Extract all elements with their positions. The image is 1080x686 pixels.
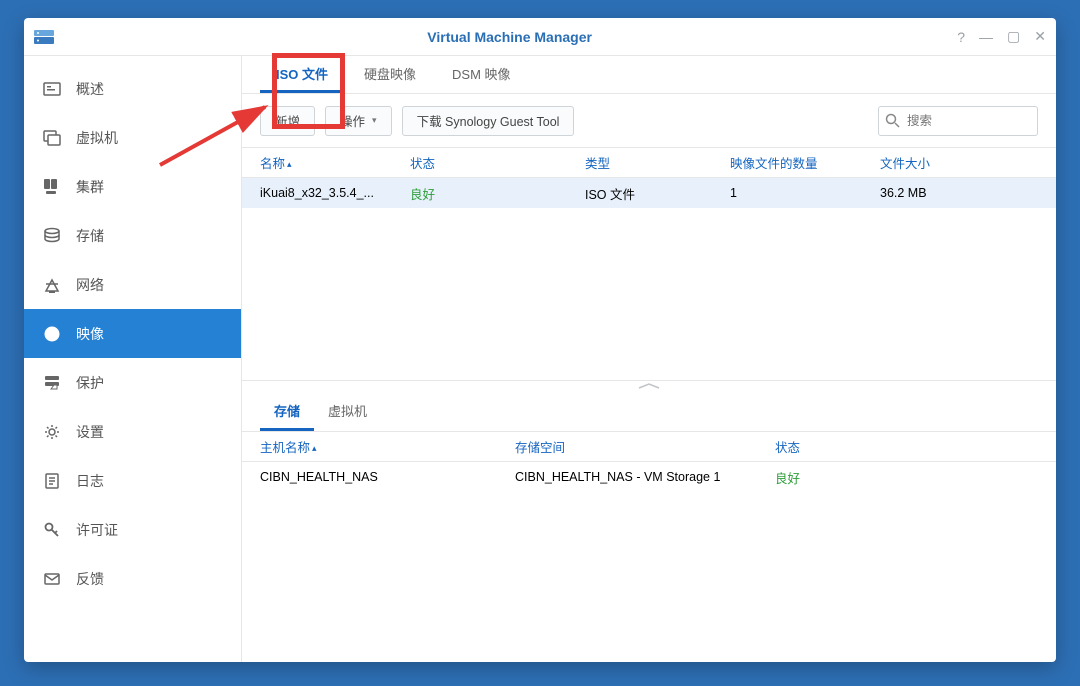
download-tool-button[interactable]: 下载 Synology Guest Tool — [402, 106, 575, 136]
network-icon — [42, 275, 62, 295]
cell-count: 1 — [730, 186, 880, 200]
cell-status: 良好 — [410, 184, 585, 203]
col-status-header[interactable]: 状态 — [410, 153, 585, 172]
cell-space: CIBN_HEALTH_NAS - VM Storage 1 — [515, 470, 775, 484]
tab-label: 硬盘映像 — [364, 64, 416, 83]
window-body: 概述 虚拟机 集群 存储 网络 映像 — [24, 56, 1056, 662]
tab-label: DSM 映像 — [452, 64, 511, 83]
button-label: 新增 — [275, 111, 300, 130]
help-icon[interactable]: ? — [957, 29, 965, 45]
tab-label: 虚拟机 — [328, 404, 367, 419]
button-label: 操作 — [340, 111, 365, 130]
tab-iso[interactable]: ISO 文件 — [260, 56, 344, 93]
key-icon — [42, 520, 62, 540]
cluster-icon — [42, 177, 62, 197]
col-name-header[interactable]: 名称 — [260, 153, 410, 172]
window-controls: ? — ▢ ✕ — [957, 28, 1046, 45]
sidebar-label: 反馈 — [76, 569, 104, 589]
search-wrap — [878, 106, 1038, 136]
spacer — [242, 208, 1056, 370]
sidebar: 概述 虚拟机 集群 存储 网络 映像 — [24, 56, 242, 662]
lower-table-row[interactable]: CIBN_HEALTH_NAS CIBN_HEALTH_NAS - VM Sto… — [242, 462, 1056, 492]
app-window: Virtual Machine Manager ? — ▢ ✕ 概述 虚拟机 集… — [24, 18, 1056, 662]
sidebar-label: 映像 — [76, 324, 104, 344]
gear-icon — [42, 422, 62, 442]
sidebar-item-storage[interactable]: 存储 — [24, 211, 241, 260]
sidebar-label: 许可证 — [76, 520, 118, 540]
sidebar-label: 设置 — [76, 422, 104, 442]
search-input[interactable] — [878, 106, 1038, 136]
lower-panel: 存储 虚拟机 主机名称 存储空间 状态 CIBN_HEALTH_NAS CIBN… — [242, 380, 1056, 662]
search-icon — [885, 113, 900, 133]
sidebar-item-feedback[interactable]: 反馈 — [24, 554, 241, 603]
sidebar-item-vm[interactable]: 虚拟机 — [24, 113, 241, 162]
cell-host: CIBN_HEALTH_NAS — [260, 470, 515, 484]
window-title: Virtual Machine Manager — [62, 29, 957, 45]
maximize-icon[interactable]: ▢ — [1007, 28, 1020, 45]
sidebar-label: 虚拟机 — [76, 128, 118, 148]
sidebar-item-overview[interactable]: 概述 — [24, 64, 241, 113]
sidebar-item-license[interactable]: 许可证 — [24, 505, 241, 554]
main-panel: ISO 文件 硬盘映像 DSM 映像 新增 操作 下载 Synology Gue… — [242, 56, 1056, 662]
lower-spacer — [242, 492, 1056, 662]
log-icon — [42, 471, 62, 491]
storage-icon — [42, 226, 62, 246]
col-size-header[interactable]: 文件大小 — [880, 153, 1038, 172]
cell-status: 良好 — [775, 468, 1038, 487]
col-type-header[interactable]: 类型 — [585, 153, 730, 172]
tab-label: 存储 — [274, 404, 300, 419]
overview-icon — [42, 79, 62, 99]
app-icon — [34, 29, 54, 45]
resize-handle[interactable] — [242, 381, 1056, 391]
sidebar-label: 概述 — [76, 79, 104, 99]
sidebar-label: 日志 — [76, 471, 104, 491]
cell-name: iKuai8_x32_3.5.4_... — [260, 186, 410, 200]
sidebar-label: 网络 — [76, 275, 104, 295]
tab-disk-image[interactable]: 硬盘映像 — [348, 56, 432, 93]
close-icon[interactable]: ✕ — [1034, 28, 1046, 45]
cell-type: ISO 文件 — [585, 184, 730, 203]
sidebar-label: 保护 — [76, 373, 104, 393]
col-count-header[interactable]: 映像文件的数量 — [730, 153, 880, 172]
sidebar-item-image[interactable]: 映像 — [24, 309, 241, 358]
image-icon — [42, 324, 62, 344]
titlebar: Virtual Machine Manager ? — ▢ ✕ — [24, 18, 1056, 56]
image-table-header: 名称 状态 类型 映像文件的数量 文件大小 — [242, 148, 1056, 178]
col-host-header[interactable]: 主机名称 — [260, 437, 515, 456]
lower-table-header: 主机名称 存储空间 状态 — [242, 432, 1056, 462]
sidebar-label: 存储 — [76, 226, 104, 246]
cell-size: 36.2 MB — [880, 186, 1038, 200]
top-tabs: ISO 文件 硬盘映像 DSM 映像 — [242, 56, 1056, 94]
sidebar-item-cluster[interactable]: 集群 — [24, 162, 241, 211]
envelope-icon — [42, 569, 62, 589]
image-table-row[interactable]: iKuai8_x32_3.5.4_... 良好 ISO 文件 1 36.2 MB — [242, 178, 1056, 208]
lower-tabs: 存储 虚拟机 — [242, 391, 1056, 432]
add-button[interactable]: 新增 — [260, 106, 315, 136]
sidebar-item-network[interactable]: 网络 — [24, 260, 241, 309]
lower-tab-storage[interactable]: 存储 — [260, 391, 314, 431]
tab-dsm-image[interactable]: DSM 映像 — [436, 56, 527, 93]
toolbar: 新增 操作 下载 Synology Guest Tool — [242, 94, 1056, 148]
lower-tab-vm[interactable]: 虚拟机 — [314, 391, 381, 431]
sidebar-item-settings[interactable]: 设置 — [24, 407, 241, 456]
operations-button[interactable]: 操作 — [325, 106, 392, 136]
col-status-header[interactable]: 状态 — [775, 437, 1038, 456]
col-space-header[interactable]: 存储空间 — [515, 437, 775, 456]
sidebar-item-protection[interactable]: 保护 — [24, 358, 241, 407]
tab-label: ISO 文件 — [276, 64, 328, 83]
vm-icon — [42, 128, 62, 148]
sidebar-item-log[interactable]: 日志 — [24, 456, 241, 505]
sidebar-label: 集群 — [76, 177, 104, 197]
protection-icon — [42, 373, 62, 393]
button-label: 下载 Synology Guest Tool — [417, 111, 560, 130]
minimize-icon[interactable]: — — [979, 29, 993, 45]
